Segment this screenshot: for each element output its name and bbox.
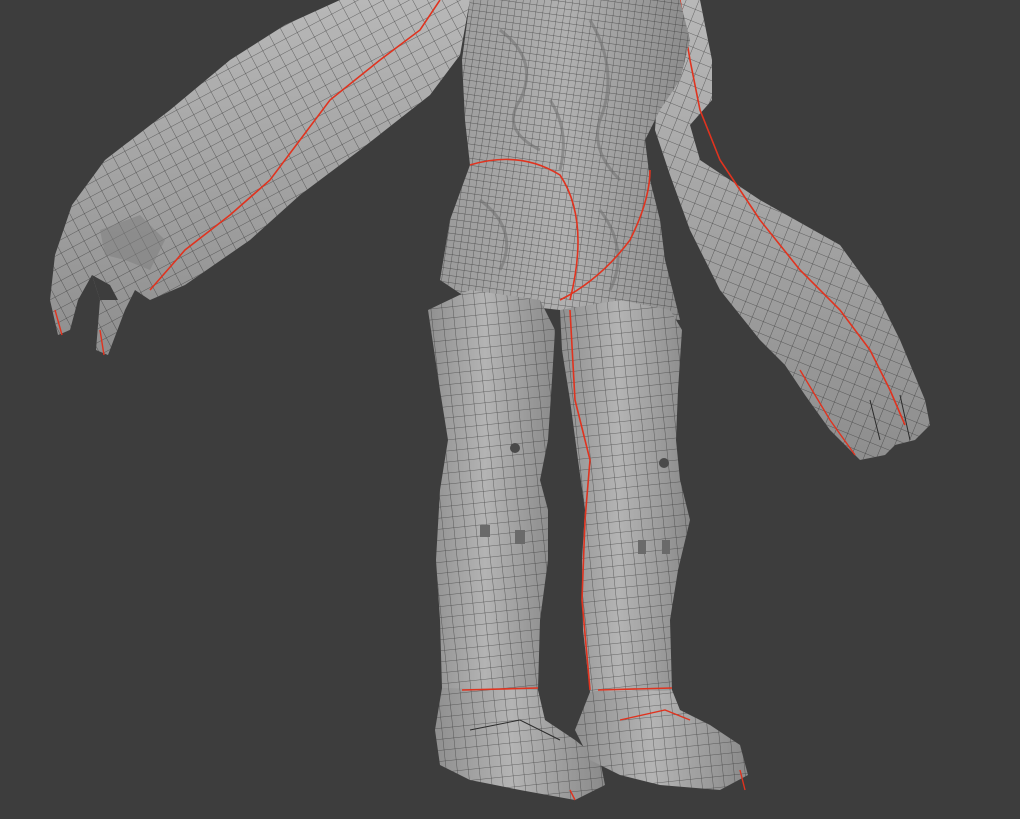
right-arm-mesh[interactable] (655, 0, 930, 460)
right-leg-mesh[interactable] (560, 300, 690, 692)
torso-mesh[interactable] (440, 0, 690, 320)
strap-detail (480, 525, 490, 537)
knee-pole (659, 458, 669, 468)
left-leg-mesh[interactable] (428, 290, 555, 690)
left-arm-mesh[interactable] (50, 0, 470, 356)
mesh-scene[interactable] (0, 0, 1020, 819)
3d-viewport[interactable] (0, 0, 1020, 819)
strap-detail (515, 530, 525, 544)
strap-detail (662, 540, 670, 554)
knee-pole (510, 443, 520, 453)
strap-detail (638, 540, 646, 554)
left-boot-mesh[interactable] (435, 687, 605, 801)
